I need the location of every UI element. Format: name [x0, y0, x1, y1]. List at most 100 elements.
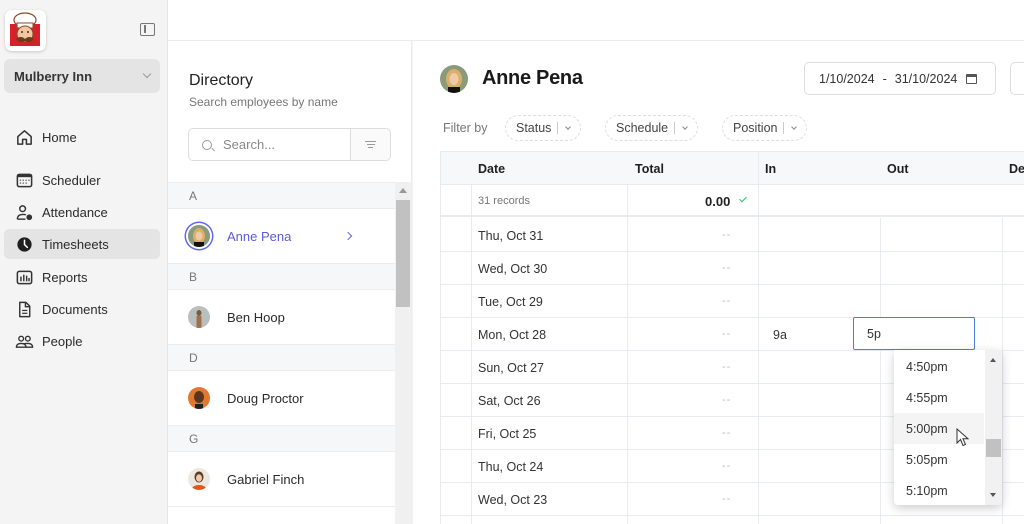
table-row[interactable]: Tue, Oct 29 -- — [441, 285, 1024, 318]
time-option[interactable]: 4:50pm — [894, 351, 984, 382]
search-input[interactable] — [223, 137, 333, 152]
filter-position[interactable]: Position — [722, 115, 808, 141]
chevron-down-icon — [565, 123, 572, 130]
timesheet-main: Anne Pena 1/10/2024 - 31/10/2024 Filter … — [413, 41, 1024, 524]
sidebar-toggle-icon[interactable] — [140, 23, 155, 36]
directory-scrollbar[interactable] — [395, 182, 411, 524]
sidebar-item-attendance[interactable]: Attendance — [4, 197, 160, 227]
column-header-out[interactable]: Out — [887, 162, 909, 176]
sidebar-item-documents[interactable]: Documents — [4, 294, 160, 324]
people-icon — [14, 332, 34, 350]
row-date: Wed, Oct 23 — [478, 493, 548, 507]
sidebar-item-reports[interactable]: Reports — [4, 262, 160, 292]
column-header-total[interactable]: Total — [635, 162, 664, 176]
search-icon — [202, 139, 212, 150]
filter-chip-label: Status — [516, 121, 552, 135]
employee-item-gabriel-finch[interactable]: Gabriel Finch — [168, 452, 396, 507]
chevron-down-icon — [791, 123, 798, 130]
date-to: 31/10/2024 — [894, 71, 958, 86]
group-letter: B — [168, 264, 396, 290]
chevron-down-icon — [682, 123, 688, 130]
bar-chart-icon — [14, 268, 34, 286]
calendar-icon — [966, 73, 978, 84]
sidebar-item-label: People — [42, 333, 83, 349]
table-row[interactable]: Thu, Oct 31 -- — [441, 219, 1024, 252]
scrollbar-thumb[interactable] — [396, 200, 410, 307]
employee-name: Gabriel Finch — [227, 471, 305, 487]
date-range-picker[interactable]: 1/10/2024 - 31/10/2024 — [804, 62, 996, 95]
avatar — [188, 387, 210, 409]
avatar — [188, 306, 210, 328]
scroll-up-arrow-icon[interactable] — [990, 358, 996, 362]
column-header-date[interactable]: Date — [478, 162, 505, 176]
directory-panel: Directory Search employees by name A Ann… — [168, 41, 412, 524]
row-date: Fri, Oct 25 — [478, 427, 537, 441]
sidebar-item-people[interactable]: People — [4, 326, 160, 356]
time-dropdown: 4:50pm 4:55pm 5:00pm 5:05pm 5:10pm — [894, 350, 1002, 505]
employee-item-ben-hoop[interactable]: Ben Hoop — [168, 290, 396, 345]
sidebar-item-timesheets[interactable]: Timesheets — [4, 229, 160, 259]
row-total: -- — [722, 493, 732, 505]
row-total: -- — [722, 427, 732, 439]
records-count: 31 records — [478, 195, 530, 207]
row-date: Sat, Oct 26 — [478, 394, 541, 408]
toolbar-button[interactable] — [1010, 62, 1024, 95]
search-field[interactable] — [189, 129, 351, 160]
home-icon — [14, 128, 34, 146]
filter-button[interactable] — [351, 129, 390, 160]
time-option[interactable]: 5:05pm — [894, 444, 984, 475]
employee-item-doug-proctor[interactable]: Doug Proctor — [168, 371, 396, 426]
avatar — [188, 468, 210, 490]
employee-avatar — [440, 65, 468, 93]
employee-name: Anne Pena — [227, 228, 292, 244]
sidebar-item-label: Documents — [42, 301, 108, 317]
row-date: Tue, Oct 29 — [478, 295, 543, 309]
avatar — [188, 225, 210, 247]
time-option-hovered[interactable]: 5:00pm — [894, 413, 984, 444]
date-from: 1/10/2024 — [819, 71, 875, 86]
sidebar-item-label: Home — [42, 129, 77, 145]
row-date: Thu, Oct 31 — [478, 229, 544, 243]
group-letter: D — [168, 345, 396, 371]
filter-chip-label: Position — [733, 121, 778, 135]
table-header: Date Total In Out De — [441, 151, 1024, 185]
table-row[interactable]: Wed, Oct 30 -- — [441, 252, 1024, 285]
row-date: Sun, Oct 27 — [478, 361, 545, 375]
column-header-de[interactable]: De — [1009, 162, 1024, 176]
sidebar-item-home[interactable]: Home — [4, 122, 160, 152]
row-in-time[interactable]: 9a — [773, 328, 787, 342]
scroll-up-arrow-icon[interactable] — [399, 188, 407, 193]
date-separator: - — [882, 71, 887, 86]
employee-name: Doug Proctor — [227, 390, 304, 406]
dropdown-scrollbar[interactable] — [985, 350, 1002, 505]
row-date: Mon, Oct 28 — [478, 328, 547, 342]
filter-chip-label: Schedule — [616, 121, 669, 135]
row-total: -- — [722, 361, 732, 373]
row-date: Wed, Oct 30 — [478, 262, 548, 276]
column-header-in[interactable]: In — [765, 162, 776, 176]
scroll-down-arrow-icon[interactable] — [990, 493, 996, 497]
total-hours: 0.00 — [705, 194, 731, 209]
out-time-input[interactable]: 5p — [853, 317, 975, 350]
time-option[interactable]: 5:10pm — [894, 475, 984, 505]
sidebar-item-label: Timesheets — [42, 236, 109, 252]
sidebar-item-label: Reports — [42, 269, 88, 285]
scrollbar-thumb[interactable] — [986, 439, 1001, 457]
chef-logo[interactable] — [5, 10, 46, 51]
row-total: -- — [722, 262, 732, 274]
filter-schedule[interactable]: Schedule — [605, 115, 699, 141]
sidebar-item-scheduler[interactable]: Scheduler — [4, 165, 160, 195]
row-total: -- — [722, 295, 732, 307]
sidebar-item-label: Attendance — [42, 204, 108, 220]
document-icon — [14, 300, 34, 318]
calendar-icon — [14, 171, 34, 189]
filter-status[interactable]: Status — [505, 115, 582, 141]
org-select[interactable]: Mulberry Inn — [4, 59, 160, 93]
time-option[interactable]: 4:55pm — [894, 382, 984, 413]
filter-label: Filter by — [443, 121, 488, 135]
search-box — [188, 128, 391, 161]
employee-item-anne-pena[interactable]: Anne Pena — [168, 209, 396, 264]
group-letter: A — [168, 183, 396, 209]
group-letter: G — [168, 426, 396, 452]
mouse-cursor-icon — [956, 428, 970, 447]
